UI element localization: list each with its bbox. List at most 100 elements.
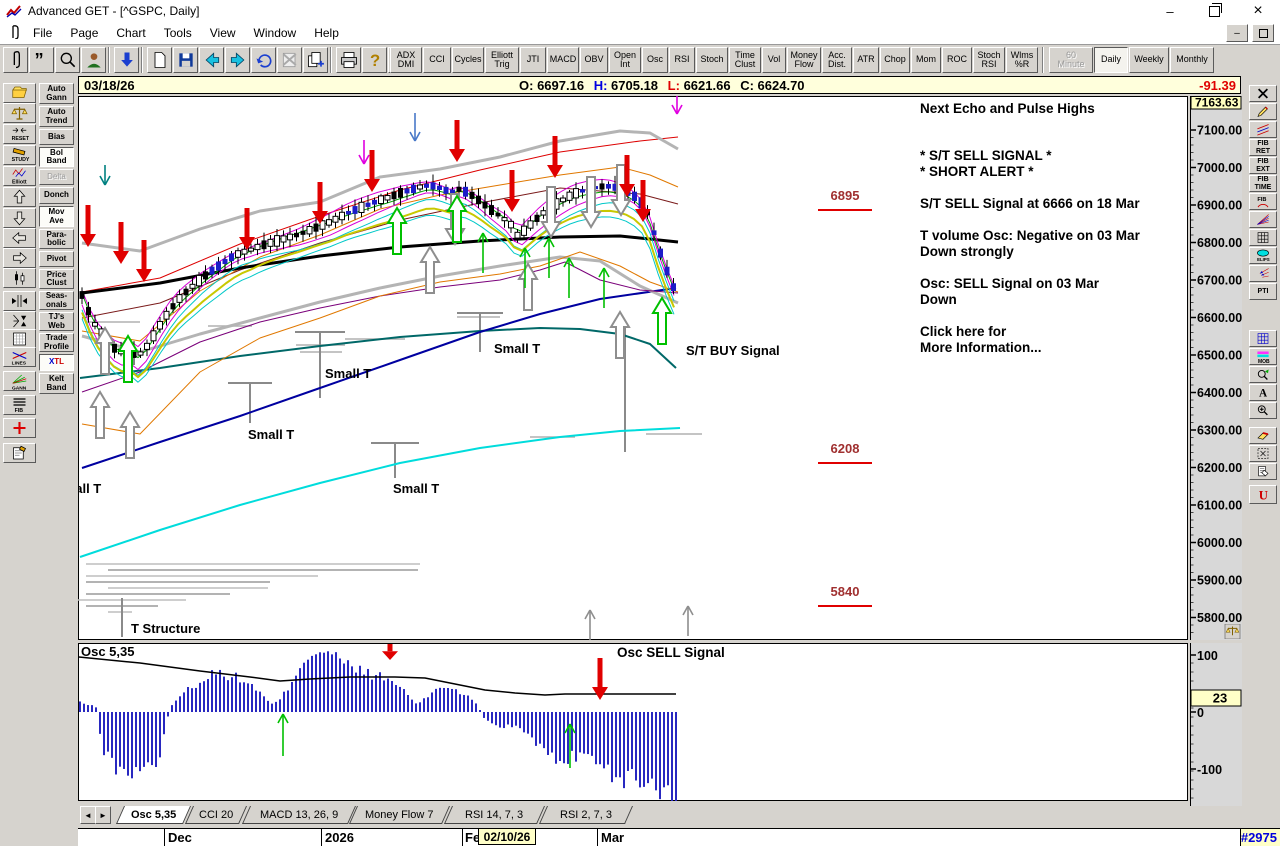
timeframe-weekly[interactable]: Weekly xyxy=(1129,47,1169,73)
sidebar-study-auto-trend[interactable]: Auto Trend xyxy=(39,106,74,127)
arrow-down-tool[interactable] xyxy=(3,208,36,228)
study-button-chop[interactable]: Chop xyxy=(880,47,910,73)
grid-button[interactable] xyxy=(1249,330,1277,347)
study-button-time-clust[interactable]: Time Clust xyxy=(729,47,761,73)
price-axis[interactable]: 7100.00 7000.00 6900.00 6800.00 6700.00 6600.… xyxy=(1190,96,1242,640)
tab-scroll-left[interactable]: ◄ xyxy=(80,806,96,824)
gann-fan-button[interactable] xyxy=(1249,211,1277,228)
menu-page[interactable]: Page xyxy=(61,23,107,43)
printer-button[interactable] xyxy=(336,47,361,73)
study-button-cci[interactable]: CCI xyxy=(423,47,451,73)
timeframe-60-minute[interactable]: 60 Minute xyxy=(1049,47,1093,73)
cross-red-tool[interactable] xyxy=(3,418,36,438)
study-button-mom[interactable]: Mom xyxy=(911,47,941,73)
reset-tool[interactable]: RESET xyxy=(3,124,36,144)
sidebar-study-seas--onals[interactable]: Seas-onals xyxy=(39,291,74,310)
restore-button[interactable] xyxy=(1192,0,1236,22)
compress-v-tool[interactable] xyxy=(3,311,36,331)
sidebar-study-xtl[interactable]: XTL xyxy=(39,354,74,371)
magnifier-button[interactable] xyxy=(55,47,80,73)
tab-rsi-14-7-3[interactable]: RSI 14, 7, 3 xyxy=(443,806,545,824)
study-button-atr[interactable]: ATR xyxy=(853,47,879,73)
sidebar-study-auto-gann[interactable]: Auto Gann xyxy=(39,83,74,104)
fib-tool[interactable]: FIB xyxy=(3,395,36,415)
study-button-cycles[interactable]: Cycles xyxy=(452,47,484,73)
text-tool-button[interactable]: A xyxy=(1249,384,1277,401)
sidebar-study-price-clust[interactable]: Price Clust xyxy=(39,269,74,289)
notes-button[interactable] xyxy=(1249,463,1277,480)
menu-tools[interactable]: Tools xyxy=(155,23,201,43)
timeframe-daily[interactable]: Daily xyxy=(1094,47,1128,73)
close-button[interactable]: × xyxy=(1236,0,1280,22)
sidebar-study-tjs-web[interactable]: TJ's Web xyxy=(39,312,74,331)
menu-window[interactable]: Window xyxy=(245,23,306,43)
pin-button[interactable] xyxy=(3,47,28,73)
mdi-minimize-button[interactable]: – xyxy=(1226,24,1248,42)
study-button-obv[interactable]: OBV xyxy=(580,47,608,73)
save-button[interactable] xyxy=(173,47,198,73)
arrow-up-tool[interactable] xyxy=(3,187,36,207)
expand-button[interactable] xyxy=(1249,445,1277,462)
study-button-money-flow[interactable]: Money Flow xyxy=(787,47,821,73)
tab-osc-5-35[interactable]: Osc 5,35 xyxy=(115,806,192,824)
tab-rsi-2-7-3[interactable]: RSI 2, 7, 3 xyxy=(538,806,634,824)
sidebar-study-bol-band[interactable]: Bol Band xyxy=(39,147,74,167)
menu-chart[interactable]: Chart xyxy=(107,23,154,43)
gann-grid-button[interactable] xyxy=(1249,229,1277,246)
price-chart-canvas[interactable]: 6895 6208 5840 S/T BUY Signal Small T Small T… xyxy=(55,90,1188,640)
mdi-restore-button[interactable] xyxy=(1252,24,1274,42)
page-back-button[interactable] xyxy=(199,47,224,73)
study-button-macd[interactable]: MACD xyxy=(547,47,579,73)
sidebar-study-pivot[interactable]: Pivot xyxy=(39,251,74,267)
expand-h-tool[interactable] xyxy=(3,291,36,311)
fib-time-button[interactable]: FIB TIME xyxy=(1249,175,1277,192)
person-button[interactable] xyxy=(81,47,106,73)
study-button-stoch-rsi[interactable]: Stoch RSI xyxy=(973,47,1005,73)
axis-scale-button[interactable] xyxy=(1224,623,1241,640)
sidebar-study-kelt-band[interactable]: Kelt Band xyxy=(39,373,74,394)
study-button-open-int[interactable]: Open Int xyxy=(609,47,641,73)
add-pages-button[interactable] xyxy=(303,47,328,73)
timeframe-monthly[interactable]: Monthly xyxy=(1170,47,1214,73)
sidebar-study-trade-profile[interactable]: Trade Profile xyxy=(39,333,74,352)
delete-x-button[interactable] xyxy=(277,47,302,73)
new-doc-button[interactable] xyxy=(147,47,172,73)
study-button-elliott-trig[interactable]: Elliott Trig xyxy=(485,47,519,73)
help-button[interactable]: ? xyxy=(362,47,387,73)
oscillator-canvas[interactable]: Osc 5,35 Osc SELL Signal xyxy=(78,643,1188,803)
study-button-acc-dist[interactable]: Acc. Dist. xyxy=(822,47,852,73)
ellipse-button[interactable]: ELIPS xyxy=(1249,247,1277,264)
sidebar-study-donch[interactable]: Donch xyxy=(39,187,74,204)
fib-extension-button[interactable]: FIB EXT xyxy=(1249,157,1277,174)
fib-retracement-button[interactable]: FIB RET xyxy=(1249,139,1277,156)
elliott-tool[interactable]: Elliott xyxy=(3,166,36,186)
sidebar-study-delta[interactable]: Delta xyxy=(39,169,74,185)
trend-lines-button[interactable] xyxy=(1249,121,1277,138)
zoom-reset-button[interactable] xyxy=(1249,366,1277,383)
menu-file[interactable]: File xyxy=(24,23,61,43)
study-button-rsi[interactable]: RSI xyxy=(669,47,695,73)
undo-button[interactable]: U xyxy=(1249,485,1277,504)
scales-tool[interactable] xyxy=(3,103,36,123)
pti-button[interactable]: PTI xyxy=(1249,283,1277,300)
arrow-left-tool[interactable] xyxy=(3,228,36,248)
minimize-button[interactable]: – xyxy=(1148,0,1192,22)
study-button-stoch[interactable]: Stoch xyxy=(696,47,728,73)
zoom-in-button[interactable] xyxy=(1249,402,1277,419)
study-button-roc[interactable]: ROC xyxy=(942,47,972,73)
mob-button[interactable]: MOB xyxy=(1249,348,1277,365)
tab-cci-20[interactable]: CCI 20 xyxy=(185,806,248,824)
eraser-button[interactable] xyxy=(1249,427,1277,444)
folder-open-tool[interactable] xyxy=(3,83,36,103)
lines-tool[interactable]: LINES xyxy=(3,347,36,367)
menu-help[interactable]: Help xyxy=(305,23,348,43)
arrow-down-blue-button[interactable] xyxy=(114,47,139,73)
tab-macd-13-26-9[interactable]: MACD 13, 26, 9 xyxy=(241,806,356,824)
gann-tool[interactable]: GANN xyxy=(3,371,36,391)
pitchfork-button[interactable] xyxy=(1249,265,1277,282)
sidebar-study-mov-ave[interactable]: Mov Ave xyxy=(39,206,74,227)
pencil-button[interactable] xyxy=(1249,103,1277,120)
more-info-link[interactable]: More Information... xyxy=(920,340,1042,355)
study-button-adx-dmi[interactable]: ADX DMI xyxy=(390,47,422,73)
more-info-link[interactable]: Click here for xyxy=(920,324,1007,339)
